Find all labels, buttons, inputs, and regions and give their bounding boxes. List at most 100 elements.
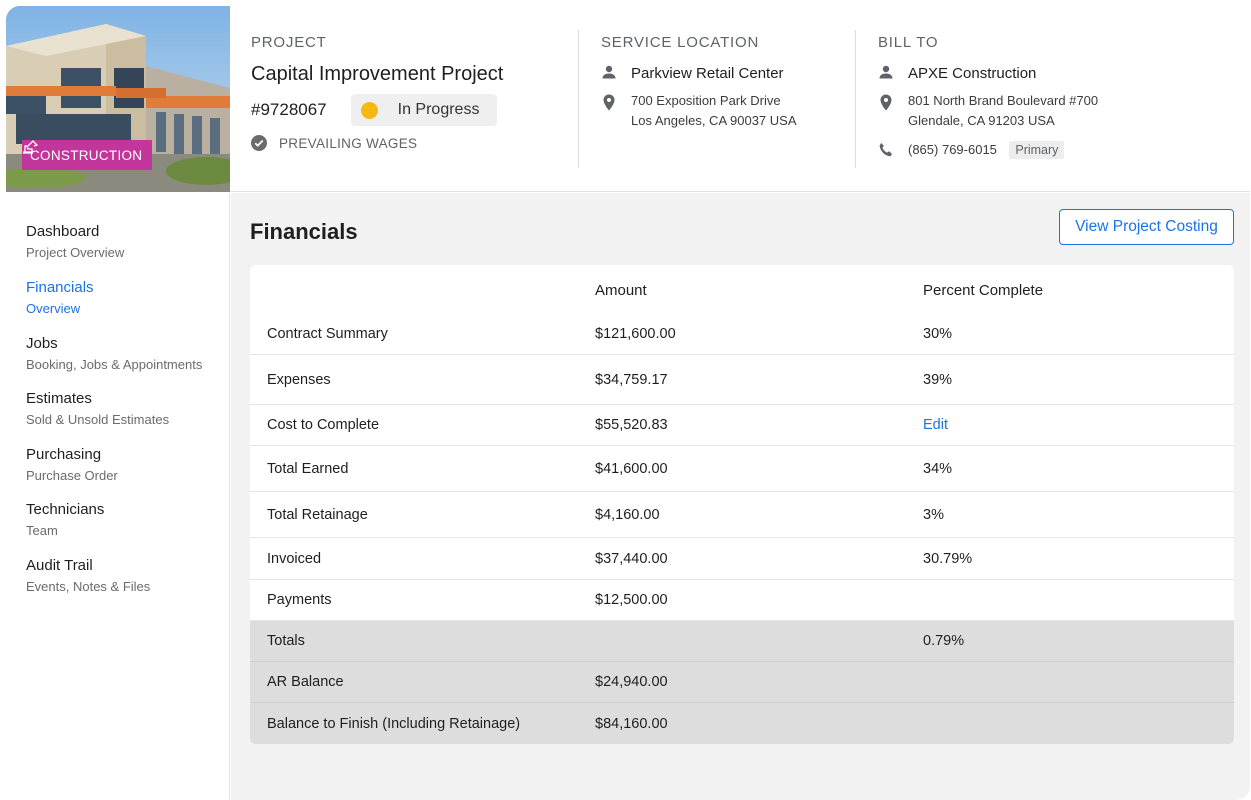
sidebar-item-subtitle: Overview [26,301,81,316]
table-row: Cost to Complete $55,520.83 Edit [250,405,1234,446]
phone-primary-badge: Primary [1009,141,1065,159]
row-label: AR Balance [267,674,344,690]
sidebar-item-title: Jobs [26,335,58,352]
row-amount: $55,520.83 [595,417,668,433]
project-name: Capital Improvement Project [251,63,504,85]
edit-link[interactable]: Edit [923,417,948,433]
project-number: #9728067 [251,100,327,119]
row-label: Contract Summary [267,325,388,342]
row-label: Expenses [267,371,331,388]
row-amount: $121,600.00 [595,325,676,342]
sidebar-item-subtitle: Team [26,523,58,538]
sidebar-item-title: Financials [26,279,94,296]
bill-to: BILL TO APXE Construction 801 North Bran… [878,34,1098,160]
row-percent: 39% [923,371,953,388]
service-address-line2: Los Angeles, CA 90037 USA [631,113,797,128]
sidebar-item-financials[interactable]: Financials Overview [26,279,94,316]
financials-table: Amount Percent Complete Contract Summary… [250,265,1234,744]
sidebar-nav: Dashboard Project Overview Financials Ov… [6,193,230,800]
sidebar-item-dashboard[interactable]: Dashboard Project Overview [26,223,124,260]
table-row: Total Retainage $4,160.00 3% [250,492,1234,538]
app-frame: CONSTRUCTION PROJECT Capital Improvement… [6,6,1250,800]
totals-row: AR Balance $24,940.00 [250,662,1234,703]
sidebar-item-subtitle: Project Overview [26,245,125,260]
bill-address-line2: Glendale, CA 91203 USA [908,113,1055,128]
sidebar-item-estimates[interactable]: Estimates Sold & Unsold Estimates [26,390,169,427]
status-badge[interactable]: In Progress [350,94,498,126]
service-location-address: 700 Exposition Park Drive Los Angeles, C… [601,91,797,131]
sidebar-item-purchasing[interactable]: Purchasing Purchase Order [26,446,118,483]
main-content: Financials View Project Costing Amount P… [231,193,1250,800]
sidebar-item-title: Audit Trail [26,557,93,574]
row-label: Invoiced [267,550,322,567]
prevailing-wages-label: PREVAILING WAGES [279,135,418,151]
sidebar-item-title: Dashboard [26,223,100,240]
service-location-name-row: Parkview Retail Center [601,65,797,82]
location-pin-icon [880,94,892,111]
bill-address-line1: 801 North Brand Boulevard #700 [908,93,1099,108]
row-label: Balance to Finish (Including Retainage) [267,715,521,732]
row-amount: $37,440.00 [595,550,668,567]
status-label: In Progress [397,101,480,118]
project-header: CONSTRUCTION PROJECT Capital Improvement… [6,6,1250,192]
construction-badge: CONSTRUCTION [22,140,153,170]
prevailing-wages: PREVAILING WAGES [251,135,581,151]
row-amount: $84,160.00 [595,715,668,732]
sidebar-item-subtitle: Booking, Jobs & Appointments [26,357,203,372]
construction-badge-label: CONSTRUCTION [30,147,143,163]
phone-icon [879,143,892,157]
sidebar-item-title: Technicians [26,501,105,518]
totals-row: Totals 0.79% [250,621,1234,662]
bill-to-address: 801 North Brand Boulevard #700 Glendale,… [878,91,1098,131]
row-percent: 3% [923,506,944,523]
project-caption: PROJECT [251,34,327,51]
table-row: Total Earned $41,600.00 34% [250,446,1234,492]
row-percent: 0.79% [923,633,965,649]
row-amount: $24,940.00 [595,674,668,690]
view-project-costing-button[interactable]: View Project Costing [1059,209,1234,245]
header-divider [855,30,856,168]
person-icon [602,65,616,79]
table-row: Invoiced $37,440.00 30.79% [250,538,1234,580]
table-header-row: Amount Percent Complete [250,265,1234,313]
service-location: SERVICE LOCATION Parkview Retail Center [601,34,797,131]
check-circle-icon [251,135,267,151]
project-photo: CONSTRUCTION [6,6,230,192]
row-amount: $34,759.17 [595,371,668,388]
bill-to-name: APXE Construction [908,65,1037,82]
row-percent: 30% [923,325,953,342]
sidebar-item-subtitle: Purchase Order [26,468,118,483]
sidebar-item-technicians[interactable]: Technicians Team [26,501,104,538]
header-divider [578,30,579,168]
row-label: Totals [267,633,305,649]
service-location-name: Parkview Retail Center [631,65,784,82]
sidebar-item-title: Purchasing [26,446,102,463]
bill-to-name-row: APXE Construction [878,65,1098,82]
table-row: Expenses $34,759.17 39% [250,355,1234,405]
location-pin-icon [603,94,615,111]
table-header-percent: Percent Complete [923,282,1044,299]
table-row: Payments $12,500.00 [250,580,1234,621]
row-amount: $4,160.00 [595,506,660,523]
row-label: Cost to Complete [267,417,380,433]
row-percent: 34% [923,460,953,477]
table-header-amount: Amount [595,282,647,299]
excavator-icon [23,140,38,154]
bill-to-phone-row: (865) 769-6015 Primary [878,140,1098,160]
status-dot-icon [360,101,378,119]
bill-to-caption: BILL TO [878,34,939,51]
row-label: Total Retainage [267,506,368,523]
sidebar-item-jobs[interactable]: Jobs Booking, Jobs & Appointments [26,335,202,372]
page-title: Financials [250,219,358,244]
row-label: Total Earned [267,460,349,477]
row-amount: $41,600.00 [595,460,668,477]
row-percent: 30.79% [923,550,973,567]
sidebar-item-subtitle: Events, Notes & Files [26,579,151,594]
service-location-caption: SERVICE LOCATION [601,34,760,51]
service-address-line1: 700 Exposition Park Drive [631,93,781,108]
bill-to-phone[interactable]: (865) 769-6015 [908,142,997,157]
person-icon [879,65,893,79]
sidebar-item-subtitle: Sold & Unsold Estimates [26,412,170,427]
sidebar-item-audit-trail[interactable]: Audit Trail Events, Notes & Files [26,557,150,594]
table-row: Contract Summary $121,600.00 30% [250,313,1234,355]
